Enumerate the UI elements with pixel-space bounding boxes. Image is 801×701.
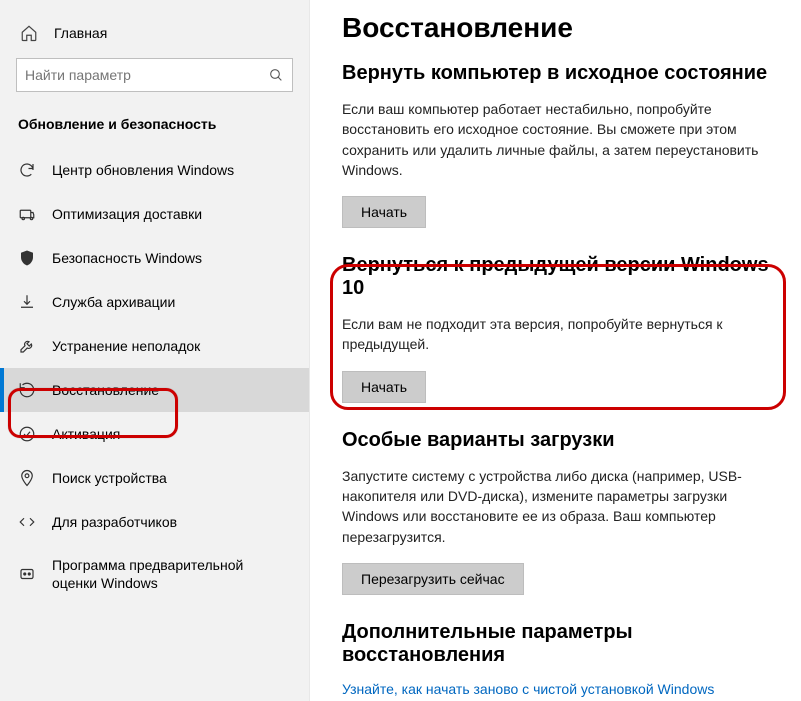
nav-label: Оптимизация доставки <box>52 205 202 223</box>
section-desc: Если ваш компьютер работает нестабильно,… <box>342 99 772 180</box>
nav-troubleshoot[interactable]: Устранение неполадок <box>0 324 309 368</box>
reset-start-button[interactable]: Начать <box>342 196 426 228</box>
home-nav[interactable]: Главная <box>0 18 309 58</box>
location-icon <box>18 469 36 487</box>
nav-windows-security[interactable]: Безопасность Windows <box>0 236 309 280</box>
section-title: Особые варианты загрузки <box>342 429 777 452</box>
backup-icon <box>18 293 36 311</box>
settings-sidebar: Главная Обновление и безопасность Центр … <box>0 0 310 701</box>
section-more-recovery: Дополнительные параметры восстановления … <box>342 621 777 697</box>
goback-start-button[interactable]: Начать <box>342 371 426 403</box>
home-label: Главная <box>54 25 107 41</box>
nav-label: Поиск устройства <box>52 469 167 487</box>
nav-label: Для разработчиков <box>52 513 177 531</box>
search-container <box>0 58 309 110</box>
nav-backup[interactable]: Служба архивации <box>0 280 309 324</box>
nav-label: Устранение неполадок <box>52 337 200 355</box>
sidebar-section-title: Обновление и безопасность <box>0 110 309 148</box>
code-icon <box>18 513 36 531</box>
fresh-start-link[interactable]: Узнайте, как начать заново с чистой уста… <box>342 681 714 697</box>
nav-label: Восстановление <box>52 381 159 399</box>
nav-label: Безопасность Windows <box>52 249 202 267</box>
main-content: Восстановление Вернуть компьютер в исход… <box>310 0 801 701</box>
wrench-icon <box>18 337 36 355</box>
search-box[interactable] <box>16 58 293 92</box>
nav-label: Активация <box>52 425 120 443</box>
page-title: Восстановление <box>342 12 777 44</box>
section-desc: Запустите систему с устройства либо диск… <box>342 466 772 547</box>
section-title: Вернуть компьютер в исходное состояние <box>342 62 777 85</box>
sidebar-nav: Центр обновления Windows Оптимизация дос… <box>0 148 309 604</box>
search-icon <box>268 67 284 83</box>
section-title: Вернуться к предыдущей версии Windows 10 <box>342 254 777 300</box>
nav-recovery[interactable]: Восстановление <box>0 368 309 412</box>
nav-find-device[interactable]: Поиск устройства <box>0 456 309 500</box>
nav-developers[interactable]: Для разработчиков <box>0 500 309 544</box>
nav-insider[interactable]: Программа предварительной оценки Windows <box>0 544 309 604</box>
check-circle-icon <box>18 425 36 443</box>
restart-now-button[interactable]: Перезагрузить сейчас <box>342 563 524 595</box>
nav-label: Программа предварительной оценки Windows <box>52 556 291 592</box>
recovery-icon <box>18 381 36 399</box>
sync-icon <box>18 161 36 179</box>
home-icon <box>20 24 38 42</box>
section-title: Дополнительные параметры восстановления <box>342 621 777 667</box>
nav-delivery-optimization[interactable]: Оптимизация доставки <box>0 192 309 236</box>
section-reset-pc: Вернуть компьютер в исходное состояние Е… <box>342 62 777 228</box>
section-desc: Если вам не подходит эта версия, попробу… <box>342 314 772 355</box>
nav-label: Центр обновления Windows <box>52 161 234 179</box>
nav-activation[interactable]: Активация <box>0 412 309 456</box>
optimize-icon <box>18 205 36 223</box>
insider-icon <box>18 565 36 583</box>
nav-windows-update[interactable]: Центр обновления Windows <box>0 148 309 192</box>
section-go-back: Вернуться к предыдущей версии Windows 10… <box>342 254 777 403</box>
nav-label: Служба архивации <box>52 293 175 311</box>
section-advanced-startup: Особые варианты загрузки Запустите систе… <box>342 429 777 595</box>
search-input[interactable] <box>25 67 268 83</box>
shield-icon <box>18 249 36 267</box>
